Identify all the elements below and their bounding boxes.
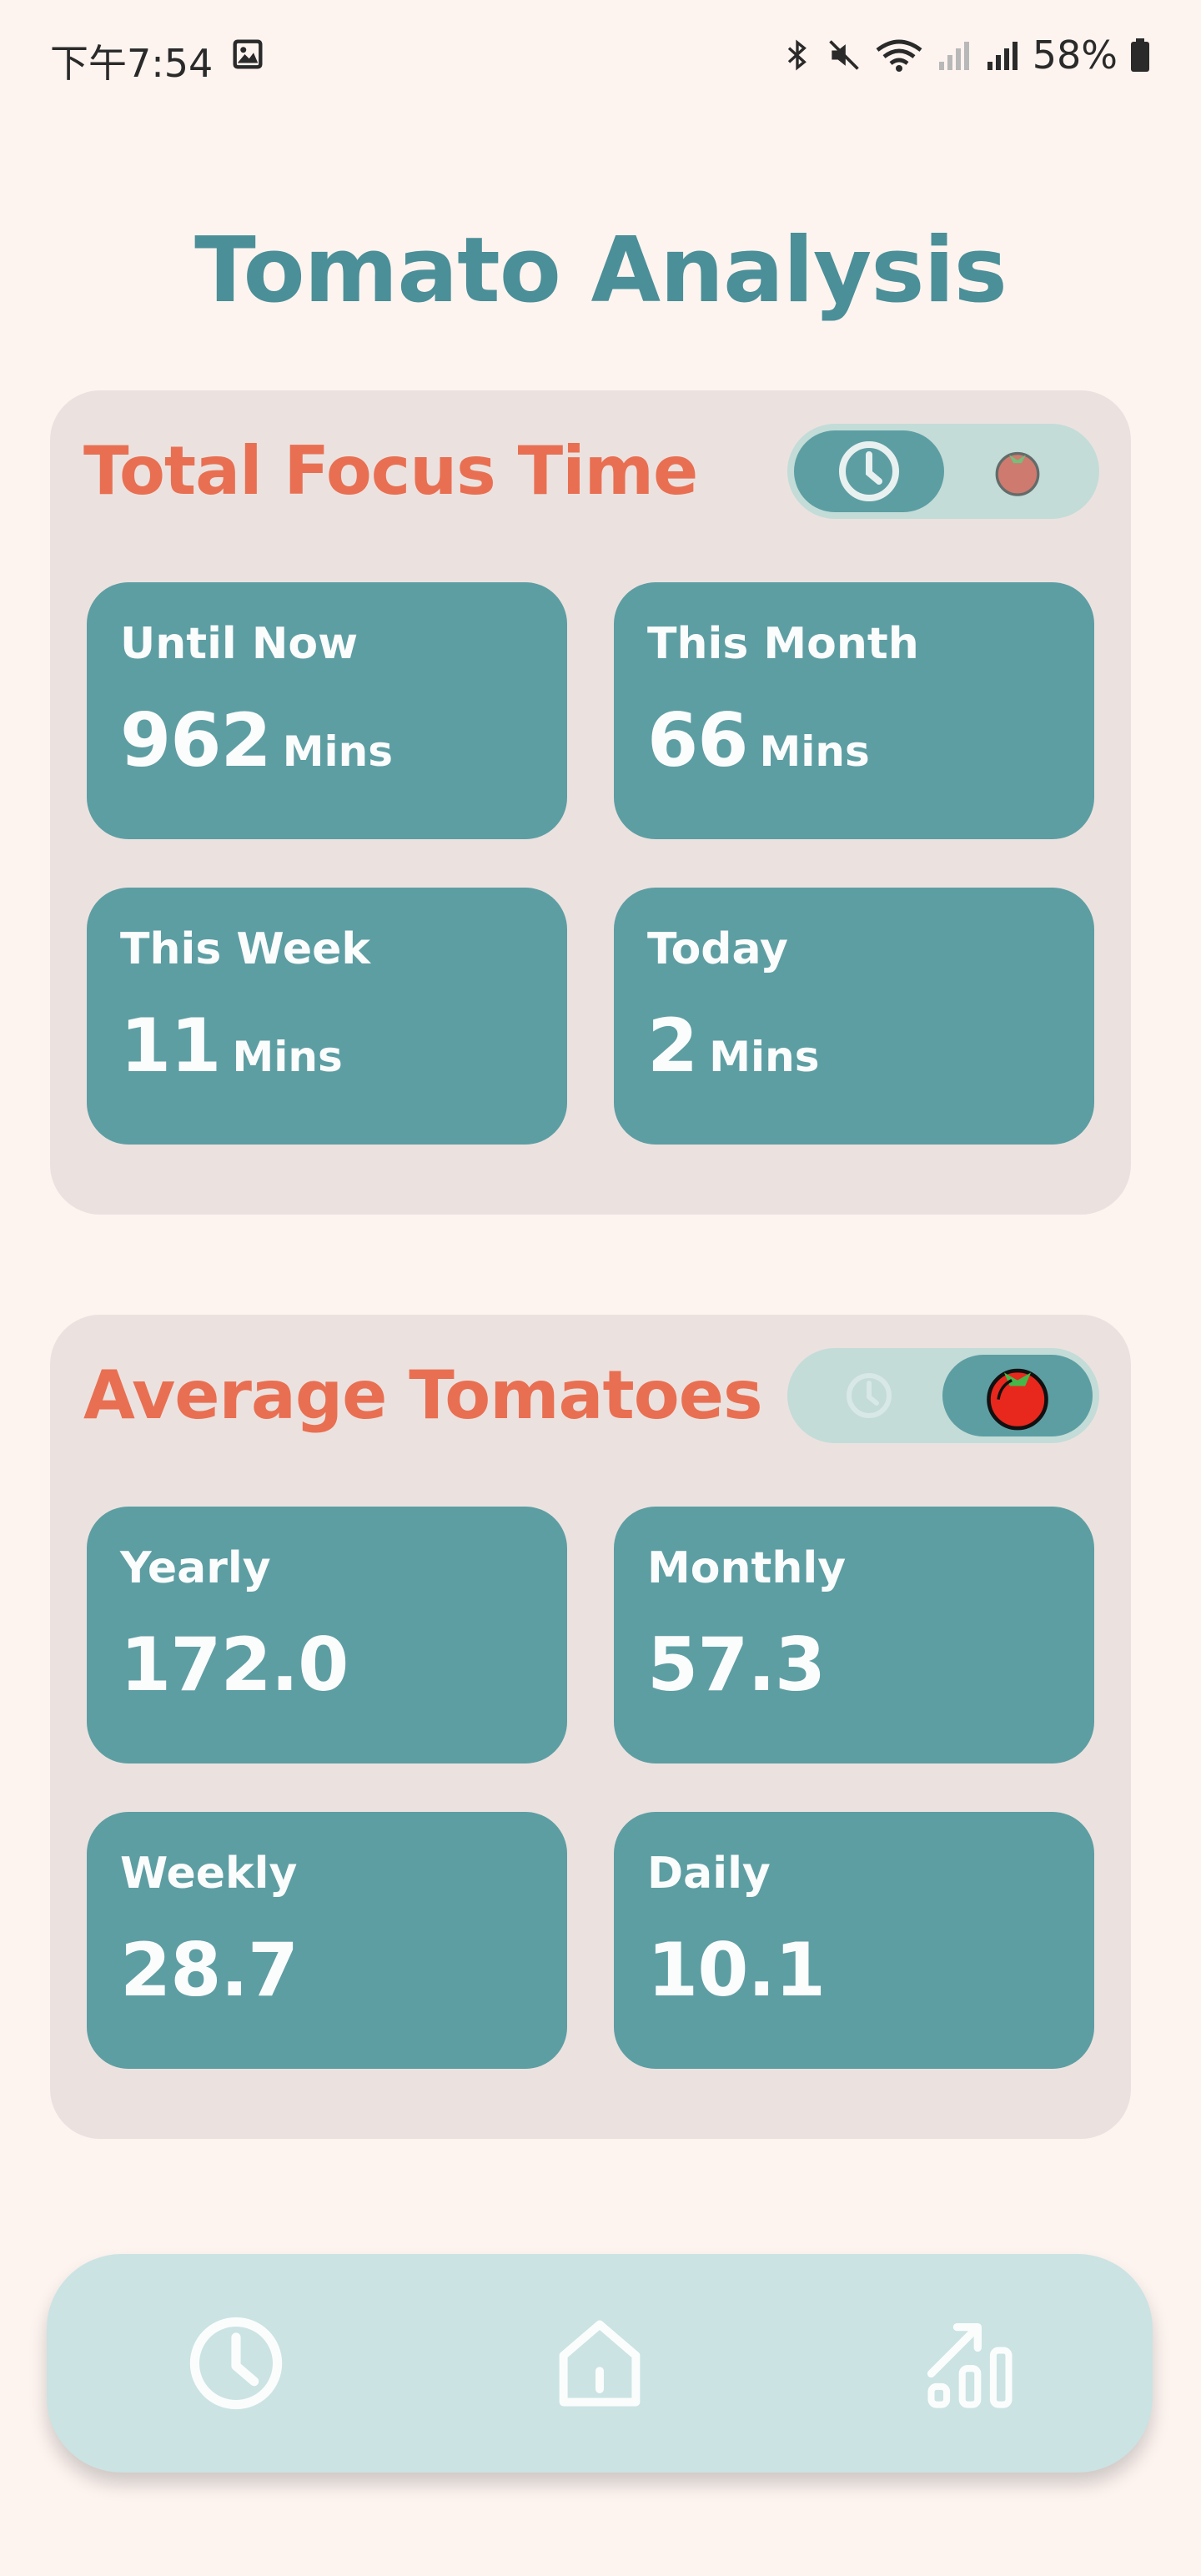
- timer-icon: [189, 2317, 283, 2410]
- status-time: 下午7:54: [50, 41, 214, 86]
- stat-daily: Daily 10.1: [614, 1812, 1094, 2069]
- total-focus-title: Total Focus Time: [83, 432, 698, 510]
- stat-unit: Mins: [232, 1033, 343, 1081]
- stat-unit: Mins: [709, 1033, 820, 1081]
- bottom-nav: [47, 2254, 1153, 2473]
- average-tomatoes-title: Average Tomatoes: [83, 1356, 763, 1434]
- toggle-tomato-option[interactable]: [942, 1355, 1093, 1436]
- stat-value: 66 Mins: [647, 697, 870, 783]
- tomato-icon: [995, 451, 1040, 496]
- stat-value: 172.0: [120, 1622, 349, 1708]
- mute-icon: [828, 40, 859, 70]
- status-icons: 58%: [781, 30, 1151, 80]
- status-bar: 下午7:54 58%: [0, 0, 1201, 113]
- nav-stats-button[interactable]: [916, 2309, 1024, 2418]
- stat-label: Daily: [647, 1849, 771, 1899]
- stat-label: This Month: [647, 619, 919, 669]
- signal-icon: [938, 42, 969, 70]
- average-tomatoes-card: Average Tomatoes Yearly 172.0 Monthly 57…: [50, 1315, 1131, 2139]
- page-title: Tomato Analysis: [194, 219, 1008, 323]
- toggle-clock-option[interactable]: [794, 1355, 944, 1436]
- stat-this-month: This Month 66 Mins: [614, 582, 1094, 839]
- stat-label: This Week: [120, 924, 370, 974]
- stat-value: 962 Mins: [120, 697, 393, 783]
- stats-icon: [927, 2322, 1013, 2408]
- bluetooth-icon: [787, 39, 807, 71]
- stat-today: Today 2 Mins: [614, 888, 1094, 1145]
- home-icon: [559, 2320, 641, 2407]
- toggle-tomato-option[interactable]: [942, 430, 1093, 512]
- clock-icon: [847, 1373, 892, 1418]
- battery-percent: 58%: [1032, 33, 1118, 78]
- stat-label: Today: [647, 924, 788, 974]
- nav-home-button[interactable]: [545, 2309, 654, 2418]
- total-focus-card: Total Focus Time Until Now 962 Mins This …: [50, 390, 1131, 1215]
- battery-icon: [1131, 38, 1149, 72]
- stat-label: Monthly: [647, 1543, 847, 1593]
- focus-mode-toggle[interactable]: [787, 424, 1099, 519]
- stat-value: 28.7: [120, 1927, 299, 2013]
- stat-value: 10.1: [647, 1927, 826, 2013]
- stat-label: Weekly: [120, 1849, 298, 1899]
- gallery-icon: [233, 39, 263, 69]
- clock-icon: [839, 441, 899, 501]
- stat-label: Until Now: [120, 619, 359, 669]
- signal-roaming-icon: [987, 42, 1018, 70]
- stat-value: 57.3: [647, 1622, 826, 1708]
- stat-value: 11 Mins: [120, 1003, 343, 1089]
- nav-timer-button[interactable]: [182, 2309, 290, 2418]
- stat-unit: Mins: [282, 727, 393, 776]
- tomato-icon: [987, 1368, 1048, 1431]
- stat-unit: Mins: [759, 727, 870, 776]
- stat-yearly: Yearly 172.0: [87, 1507, 567, 1763]
- toggle-clock-option[interactable]: [794, 430, 944, 512]
- wifi-icon: [876, 39, 922, 72]
- stat-value: 2 Mins: [647, 1003, 820, 1089]
- stat-label: Yearly: [120, 1543, 271, 1593]
- stat-until-now: Until Now 962 Mins: [87, 582, 567, 839]
- stat-weekly: Weekly 28.7: [87, 1812, 567, 2069]
- stat-this-week: This Week 11 Mins: [87, 888, 567, 1145]
- stat-monthly: Monthly 57.3: [614, 1507, 1094, 1763]
- average-mode-toggle[interactable]: [787, 1348, 1099, 1443]
